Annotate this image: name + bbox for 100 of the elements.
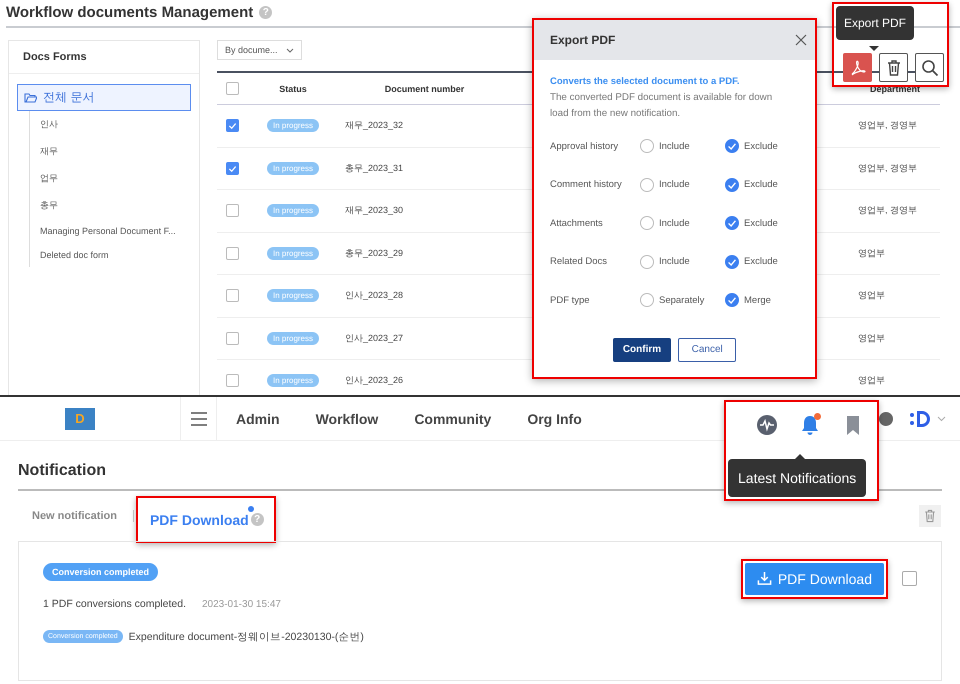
download-icon <box>756 571 772 586</box>
search-icon <box>920 58 940 78</box>
status-tag: In progress <box>266 374 320 388</box>
checkbox[interactable] <box>226 289 239 302</box>
option-label: Comment history <box>550 179 623 190</box>
option-label: Related Docs <box>550 256 608 268</box>
unread-dot <box>814 413 821 420</box>
checkbox[interactable] <box>226 119 239 132</box>
radio-button[interactable] <box>640 293 654 308</box>
radio-option[interactable]: Exclude <box>725 254 799 269</box>
radio-button[interactable] <box>725 293 739 308</box>
confirm-button[interactable]: Confirm <box>612 338 672 362</box>
radio-option[interactable]: Include <box>640 254 725 269</box>
radio-option[interactable]: Include <box>640 178 725 192</box>
tooltip: Latest Notifications <box>728 459 866 497</box>
table-cell-text: 총무_2023_29 <box>344 246 404 260</box>
check-icon <box>228 166 236 172</box>
check-icon <box>228 123 236 130</box>
notification-message: 1 PDF conversions completed. <box>43 598 186 610</box>
nav-menu-item[interactable]: Community <box>414 410 492 426</box>
check-icon <box>728 182 736 189</box>
filter-dropdown[interactable]: By docume... <box>217 40 302 60</box>
checkbox[interactable] <box>226 374 239 388</box>
wave-button[interactable] <box>755 413 779 437</box>
dialog-description: The converted PDF document is available for down load from the new notification. <box>550 91 774 121</box>
search-button[interactable] <box>915 53 944 82</box>
table-cell-text: 영업부, 경영부 <box>857 204 918 218</box>
brand-logo-icon[interactable] <box>907 408 933 428</box>
check-icon <box>728 259 736 266</box>
table-cell-text: 영업부 <box>857 332 886 345</box>
table-cell-text: 영업부 <box>857 246 886 260</box>
menu-icon[interactable] <box>190 412 206 426</box>
checkbox[interactable] <box>902 570 917 586</box>
status-tag: In progress <box>266 162 320 175</box>
column-header: Department <box>868 84 921 94</box>
checkbox[interactable] <box>226 332 239 345</box>
checkbox[interactable] <box>226 162 239 175</box>
check-icon <box>728 220 736 228</box>
tree-item[interactable]: Managing Personal Document F... <box>30 219 191 243</box>
table-cell-text: 영업부, 경영부 <box>857 162 918 175</box>
tree-item[interactable]: 업무 <box>30 165 191 192</box>
table-cell-text: 재무_2023_32 <box>344 119 404 132</box>
radio-button[interactable] <box>640 178 654 192</box>
radio-option[interactable]: Merge <box>725 293 799 308</box>
checkbox[interactable] <box>226 204 239 218</box>
option-label: Approval history <box>550 140 620 152</box>
column-header: Status <box>278 84 308 94</box>
radio-button[interactable] <box>725 139 739 154</box>
check-icon <box>728 144 736 150</box>
radio-button[interactable] <box>640 216 654 230</box>
status-tag: In progress <box>266 204 320 218</box>
radio-button[interactable] <box>640 254 654 269</box>
timestamp: 2023-01-30 15:47 <box>202 598 281 610</box>
status-tag: In progress <box>266 332 320 345</box>
radio-button[interactable] <box>725 178 739 192</box>
cancel-button[interactable]: Cancel <box>678 338 736 362</box>
tree-item[interactable]: 전체 문서 <box>17 84 191 111</box>
table-cell-text: 인사_2023_27 <box>344 332 404 345</box>
radio-button[interactable] <box>640 139 654 154</box>
tree-item[interactable]: 인사 <box>30 111 191 138</box>
table-cell-text: 인사_2023_28 <box>344 289 404 302</box>
radio-option[interactable]: Exclude <box>725 139 799 154</box>
tree-item[interactable]: 재무 <box>30 138 191 165</box>
table-cell-text: 영업부, 경영부 <box>857 119 918 132</box>
section-title: Notification <box>18 462 106 480</box>
pdf-button[interactable] <box>843 53 872 82</box>
radio-option[interactable]: Exclude <box>725 216 799 230</box>
nav-menu-item[interactable]: Org Info <box>527 410 582 426</box>
checkbox[interactable] <box>226 246 239 260</box>
tree-item[interactable]: Deleted doc form <box>30 243 191 267</box>
table-cell-text: 영업부 <box>857 289 886 302</box>
checkbox[interactable] <box>226 82 239 95</box>
chevron-down-icon <box>286 48 294 52</box>
radio-button[interactable] <box>725 254 739 269</box>
dialog-lead: Converts the selected document to a PDF. <box>550 76 741 87</box>
radio-button[interactable] <box>725 216 739 230</box>
radio-option[interactable]: Separately <box>640 293 725 308</box>
trash-icon <box>922 508 938 524</box>
tree-item[interactable]: 총무 <box>30 192 191 219</box>
nav-menu-item[interactable]: Workflow <box>316 410 378 426</box>
radio-option[interactable]: Include <box>640 139 725 154</box>
trash-button[interactable] <box>879 53 908 82</box>
nav-menu-item[interactable]: Admin <box>236 410 280 426</box>
sidebar-title: Docs Forms <box>9 41 199 74</box>
avatar-icon[interactable] <box>879 412 893 426</box>
folder-icon <box>24 92 37 103</box>
bell-icon <box>799 414 821 436</box>
radio-option[interactable]: Exclude <box>725 178 799 192</box>
radio-option[interactable]: Include <box>640 216 725 230</box>
close-icon[interactable] <box>795 34 807 46</box>
tab[interactable]: New notification <box>18 510 131 522</box>
status-tag: In progress <box>266 246 320 260</box>
tab[interactable]: PDF Download ? <box>136 496 276 543</box>
table-cell-text: 총무_2023_31 <box>344 162 404 175</box>
file-name: Expenditure document-정웨이브-20230130-(순번) <box>128 630 364 644</box>
chevron-down-icon[interactable] <box>937 414 946 423</box>
check-icon <box>728 298 736 304</box>
option-label: PDF type <box>550 294 591 306</box>
column-header: Document number <box>384 84 466 94</box>
page-title: Workflow documents Management <box>6 4 254 21</box>
